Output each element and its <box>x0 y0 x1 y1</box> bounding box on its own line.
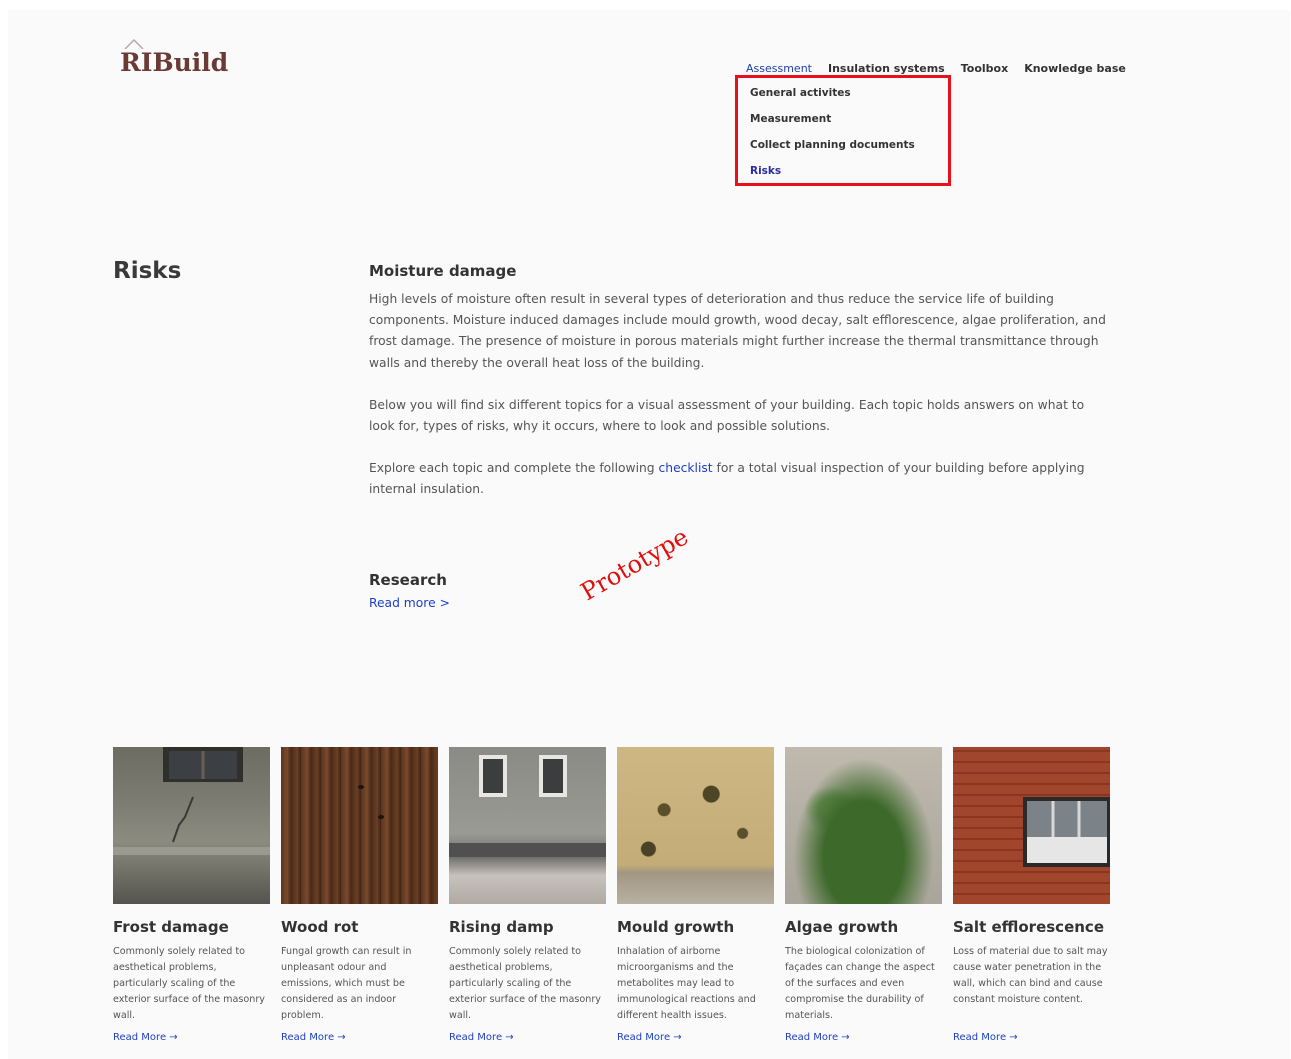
rising-damp-image[interactable] <box>449 747 606 904</box>
wood-illustration <box>358 785 384 819</box>
page: RIBuild Assessment Insulation systems To… <box>8 10 1290 1059</box>
main-nav: Assessment Insulation systems Toolbox Kn… <box>746 62 1142 75</box>
frost-damage-image[interactable] <box>113 747 270 904</box>
page-title: Risks <box>113 258 182 284</box>
card-title: Algae growth <box>785 918 899 936</box>
dropdown-item-general-activites[interactable]: General activites <box>750 86 948 112</box>
nav-insulation-systems[interactable]: Insulation systems <box>828 62 945 75</box>
nav-knowledge-base[interactable]: Knowledge base <box>1024 62 1126 75</box>
dropdown-item-collect-planning-documents[interactable]: Collect planning documents <box>750 138 948 164</box>
card-title: Frost damage <box>113 918 229 936</box>
house-roof-icon <box>124 39 144 49</box>
section-heading-research: Research <box>369 571 447 589</box>
card-description: Commonly solely related to aesthetical p… <box>113 946 265 1021</box>
research-read-more-link[interactable]: Read more > <box>369 596 450 610</box>
card-description: Fungal growth can result in unpleasant o… <box>281 946 412 1021</box>
card-read-more-link[interactable]: Read More → <box>953 1032 1110 1043</box>
card-description: Inhalation of airborne microorganisms an… <box>617 946 756 1021</box>
card-read-more-link[interactable]: Read More → <box>281 1032 438 1043</box>
card-description: Loss of material due to salt may cause w… <box>953 946 1108 1005</box>
card-read-more-link[interactable]: Read More → <box>785 1032 942 1043</box>
section-heading-moisture-damage: Moisture damage <box>369 262 517 280</box>
card-read-more-link[interactable]: Read More → <box>113 1032 270 1043</box>
salt-efflorescence-image[interactable] <box>953 747 1110 904</box>
card-salt-efflorescence[interactable]: Salt efflorescence Loss of material due … <box>953 747 1110 1043</box>
card-wood-rot[interactable]: Wood rot Fungal growth can result in unp… <box>281 747 438 1043</box>
paragraph-checklist: Explore each topic and complete the foll… <box>369 458 1109 500</box>
mould-growth-image[interactable] <box>617 747 774 904</box>
card-title: Mould growth <box>617 918 735 936</box>
dropdown-item-measurement[interactable]: Measurement <box>750 112 948 138</box>
assessment-dropdown: General activites Measurement Collect pl… <box>735 75 951 186</box>
prototype-watermark: Prototype <box>576 522 694 607</box>
logo-text: RIBuild <box>120 48 229 77</box>
main-content: Moisture damage High levels of moisture … <box>369 262 1109 522</box>
nav-assessment[interactable]: Assessment <box>746 62 812 75</box>
card-title: Rising damp <box>449 918 554 936</box>
building-facade-illustration <box>449 755 606 857</box>
nav-toolbox[interactable]: Toolbox <box>961 62 1008 75</box>
research-section: Research Read more > <box>369 571 450 610</box>
card-title: Salt efflorescence <box>953 918 1104 936</box>
checklist-link[interactable]: checklist <box>659 461 713 475</box>
card-rising-damp[interactable]: Rising damp Commonly solely related to a… <box>449 747 606 1043</box>
checklist-text-before: Explore each topic and complete the foll… <box>369 461 659 476</box>
paragraph-topics: Below you will find six different topics… <box>369 397 1085 434</box>
dropdown-item-risks[interactable]: Risks <box>750 164 948 190</box>
card-read-more-link[interactable]: Read More → <box>617 1032 774 1043</box>
card-description: The biological colonization of façades c… <box>785 946 935 1021</box>
algae-growth-image[interactable] <box>785 747 942 904</box>
risk-cards: Frost damage Commonly solely related to … <box>113 747 1110 1043</box>
paragraph-intro: High levels of moisture often result in … <box>369 292 1106 370</box>
frost-crack-illustration <box>113 747 270 855</box>
card-read-more-link[interactable]: Read More → <box>449 1032 606 1043</box>
card-algae-growth[interactable]: Algae growth The biological colonization… <box>785 747 942 1043</box>
card-frost-damage[interactable]: Frost damage Commonly solely related to … <box>113 747 270 1043</box>
card-title: Wood rot <box>281 918 359 936</box>
brick-window-illustration <box>1023 797 1110 867</box>
ribuild-logo[interactable]: RIBuild <box>120 39 229 77</box>
card-description: Commonly solely related to aesthetical p… <box>449 946 601 1021</box>
wood-rot-image[interactable] <box>281 747 438 904</box>
card-mould-growth[interactable]: Mould growth Inhalation of airborne micr… <box>617 747 774 1043</box>
